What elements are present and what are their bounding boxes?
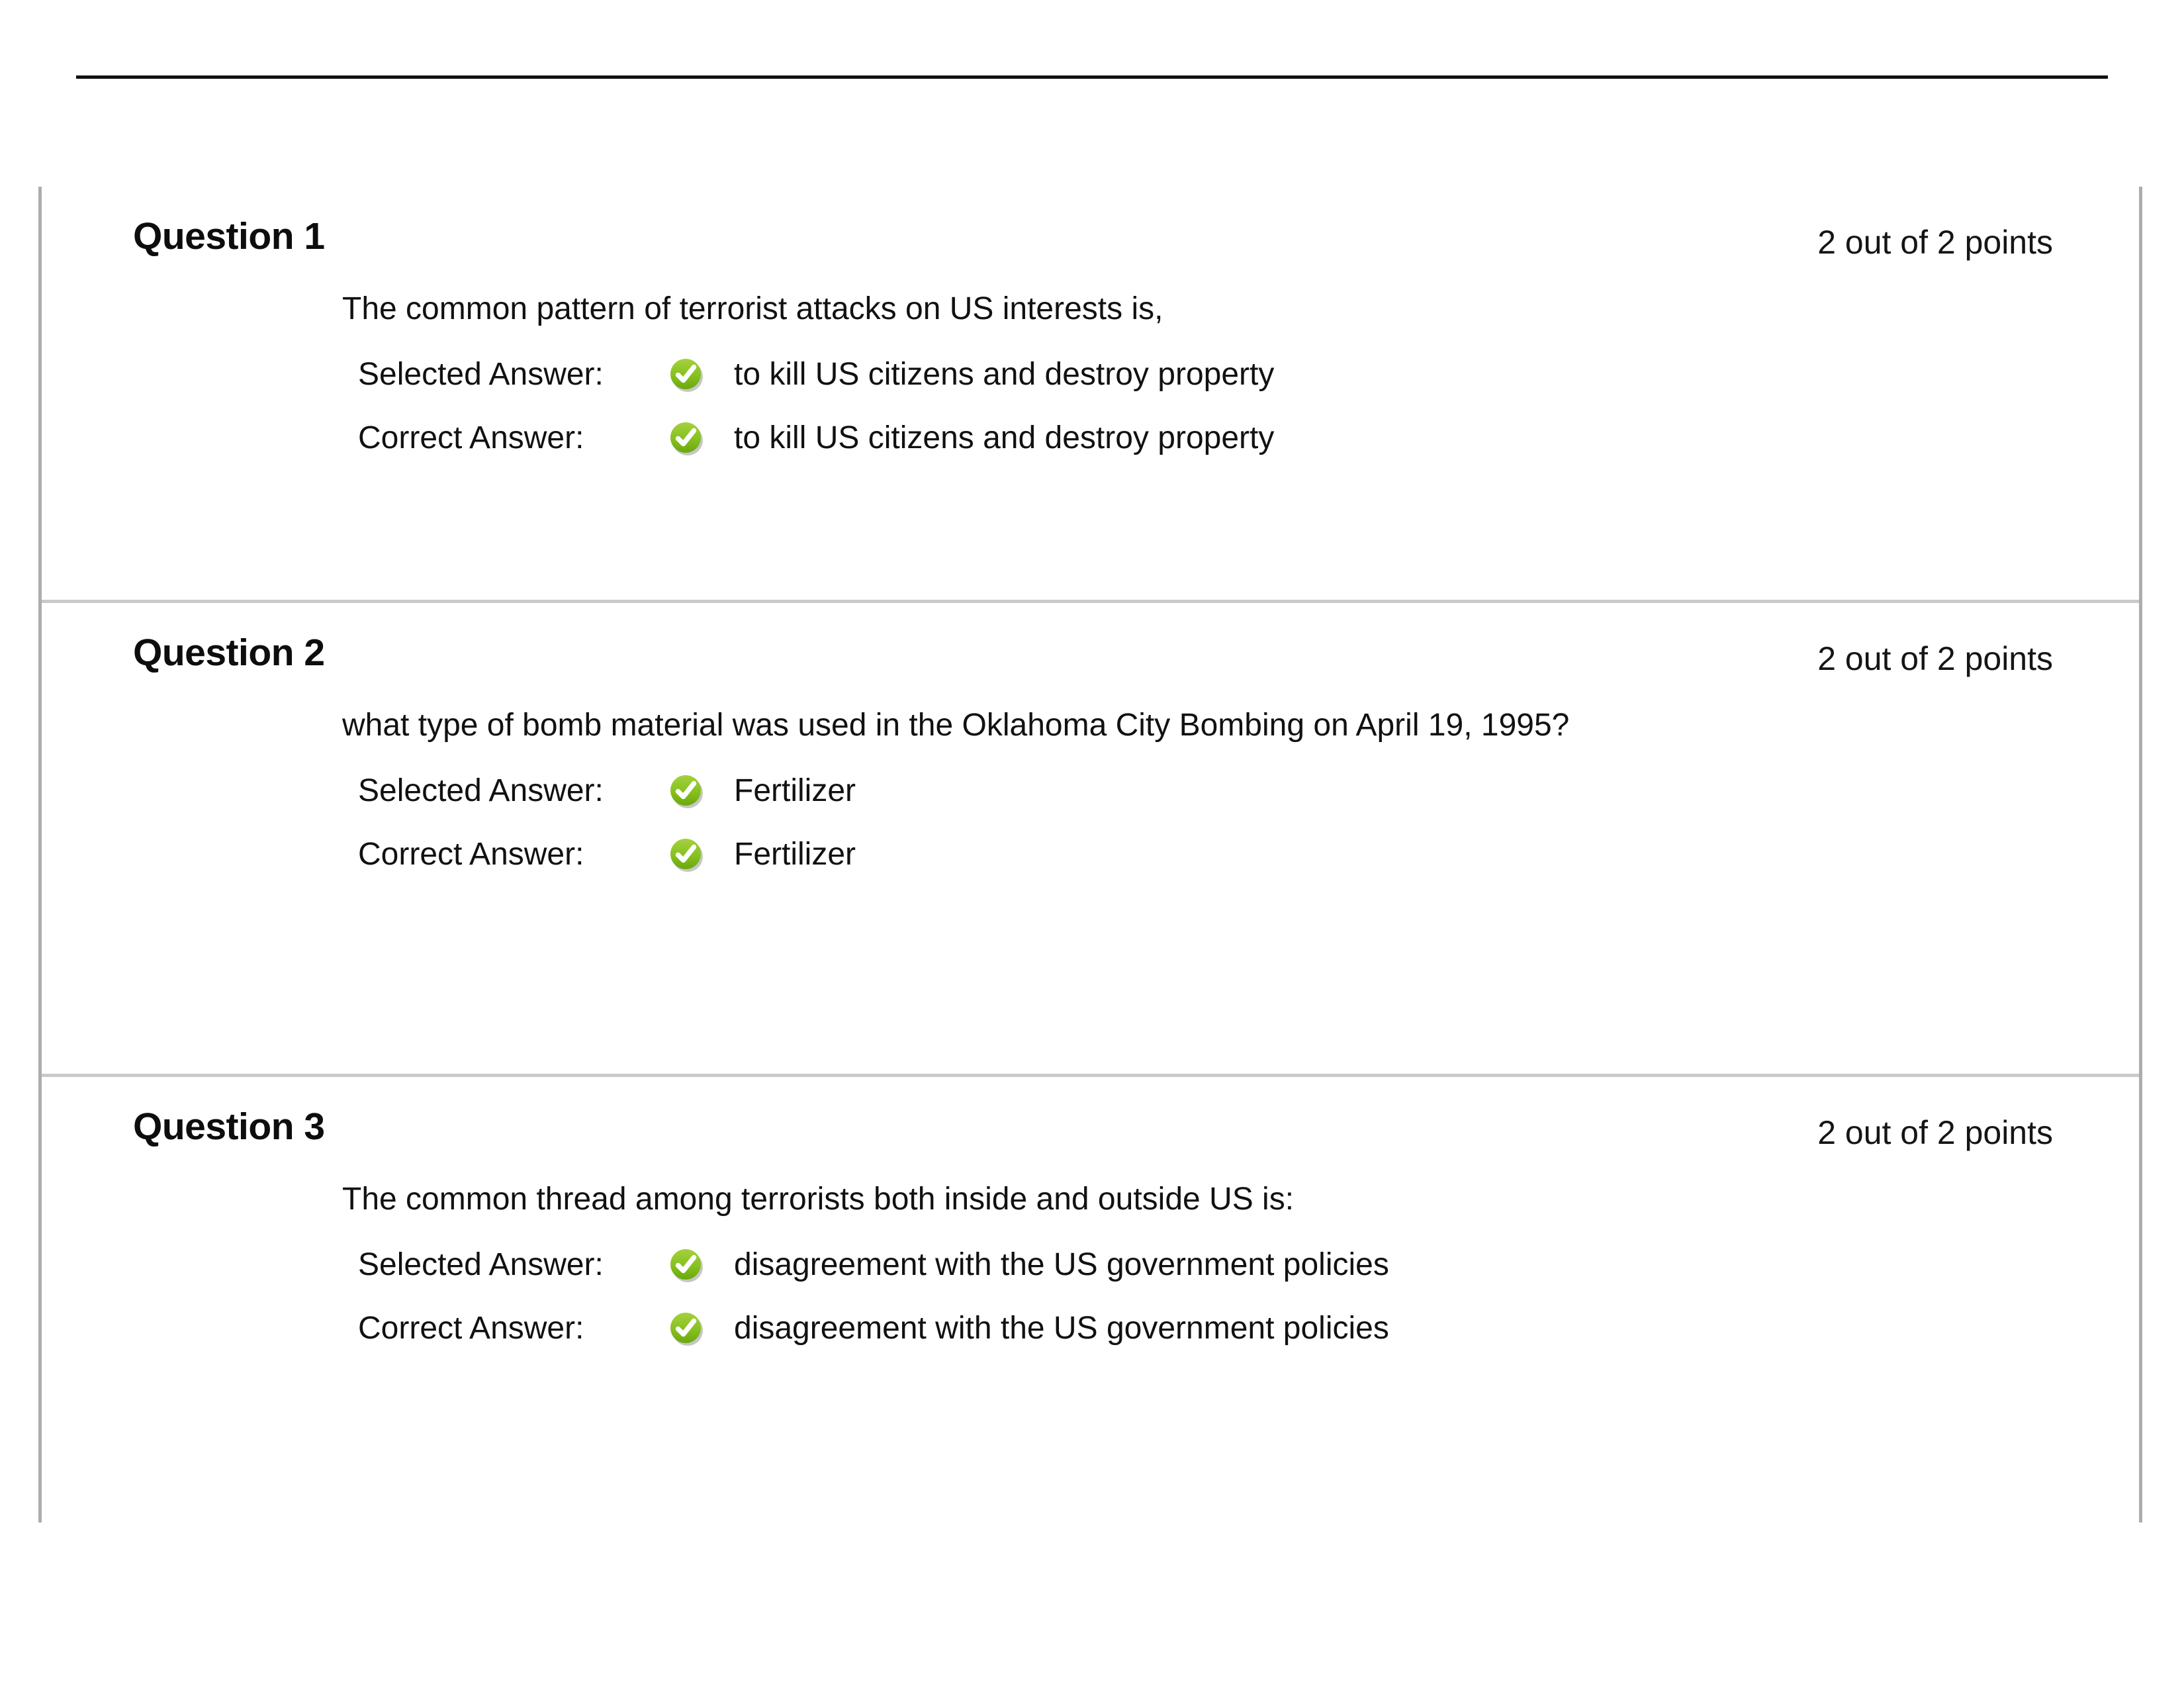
question-title: Question 2 [133, 632, 325, 674]
correct-answer-status-icon-wrap [668, 836, 734, 873]
selected-answer-status-icon-wrap [668, 773, 734, 810]
correct-answer-status-icon-wrap [668, 420, 734, 457]
question-body: what type of bomb material was used in t… [42, 689, 2139, 886]
correct-answer-row: Correct Answer: to kill US citizens and … [358, 406, 2139, 470]
green-check-icon [668, 356, 705, 393]
correct-answer-text: to kill US citizens and destroy property [734, 420, 1275, 455]
question-text: what type of bomb material was used in t… [342, 708, 1570, 743]
green-check-icon [668, 420, 705, 457]
selected-answer-text: disagreement with the US government poli… [734, 1246, 1389, 1282]
green-check-icon [668, 1246, 705, 1284]
selected-answer-status-icon-wrap [668, 1246, 734, 1284]
question-points: 2 out of 2 points [1817, 1114, 2053, 1151]
question-header: Question 2 2 out of 2 points [42, 603, 2139, 689]
question-block: Question 3 2 out of 2 points The common … [42, 1074, 2139, 1520]
selected-answer-label: Selected Answer: [358, 356, 604, 392]
question-points: 2 out of 2 points [1817, 224, 2053, 261]
question-header: Question 3 2 out of 2 points [42, 1077, 2139, 1163]
question-text: The common pattern of terrorist attacks … [342, 291, 1163, 326]
question-title: Question 1 [133, 215, 325, 258]
selected-answer-label: Selected Answer: [358, 1246, 604, 1282]
question-header: Question 1 2 out of 2 points [42, 187, 2139, 273]
correct-answer-row: Correct Answer: Fertilizer [358, 823, 2139, 886]
answers-list: Selected Answer: disagreement with the U… [342, 1233, 2139, 1360]
page-top-rule [76, 75, 2108, 79]
correct-answer-status-icon-wrap [668, 1310, 734, 1347]
selected-answer-row: Selected Answer: to kill US citizens and… [358, 343, 2139, 406]
green-check-icon [668, 836, 705, 873]
green-check-icon [668, 1310, 705, 1347]
selected-answer-text: to kill US citizens and destroy property [734, 356, 1275, 392]
selected-answer-row: Selected Answer: disagreement with the U… [358, 1233, 2139, 1297]
questions-container: Question 1 2 out of 2 points The common … [38, 187, 2142, 1523]
question-block: Question 2 2 out of 2 points what type o… [42, 600, 2139, 1074]
correct-answer-text: disagreement with the US government poli… [734, 1310, 1389, 1346]
correct-answer-row: Correct Answer: disagreement with the US… [358, 1297, 2139, 1360]
selected-answer-label: Selected Answer: [358, 773, 604, 808]
question-points: 2 out of 2 points [1817, 640, 2053, 677]
question-title: Question 3 [133, 1105, 325, 1148]
question-block: Question 1 2 out of 2 points The common … [42, 187, 2139, 600]
question-body: The common thread among terrorists both … [42, 1163, 2139, 1360]
question-body: The common pattern of terrorist attacks … [42, 273, 2139, 470]
selected-answer-row: Selected Answer: Fertilizer [358, 759, 2139, 823]
green-check-icon [668, 773, 705, 810]
answers-list: Selected Answer: Fertilizer Correct Answ… [342, 759, 2139, 886]
correct-answer-label: Correct Answer: [358, 836, 584, 872]
answers-list: Selected Answer: to kill US citizens and… [342, 343, 2139, 470]
selected-answer-text: Fertilizer [734, 773, 856, 808]
correct-answer-label: Correct Answer: [358, 420, 584, 455]
correct-answer-text: Fertilizer [734, 836, 856, 872]
selected-answer-status-icon-wrap [668, 356, 734, 393]
question-text: The common thread among terrorists both … [342, 1182, 1295, 1217]
correct-answer-label: Correct Answer: [358, 1310, 584, 1346]
